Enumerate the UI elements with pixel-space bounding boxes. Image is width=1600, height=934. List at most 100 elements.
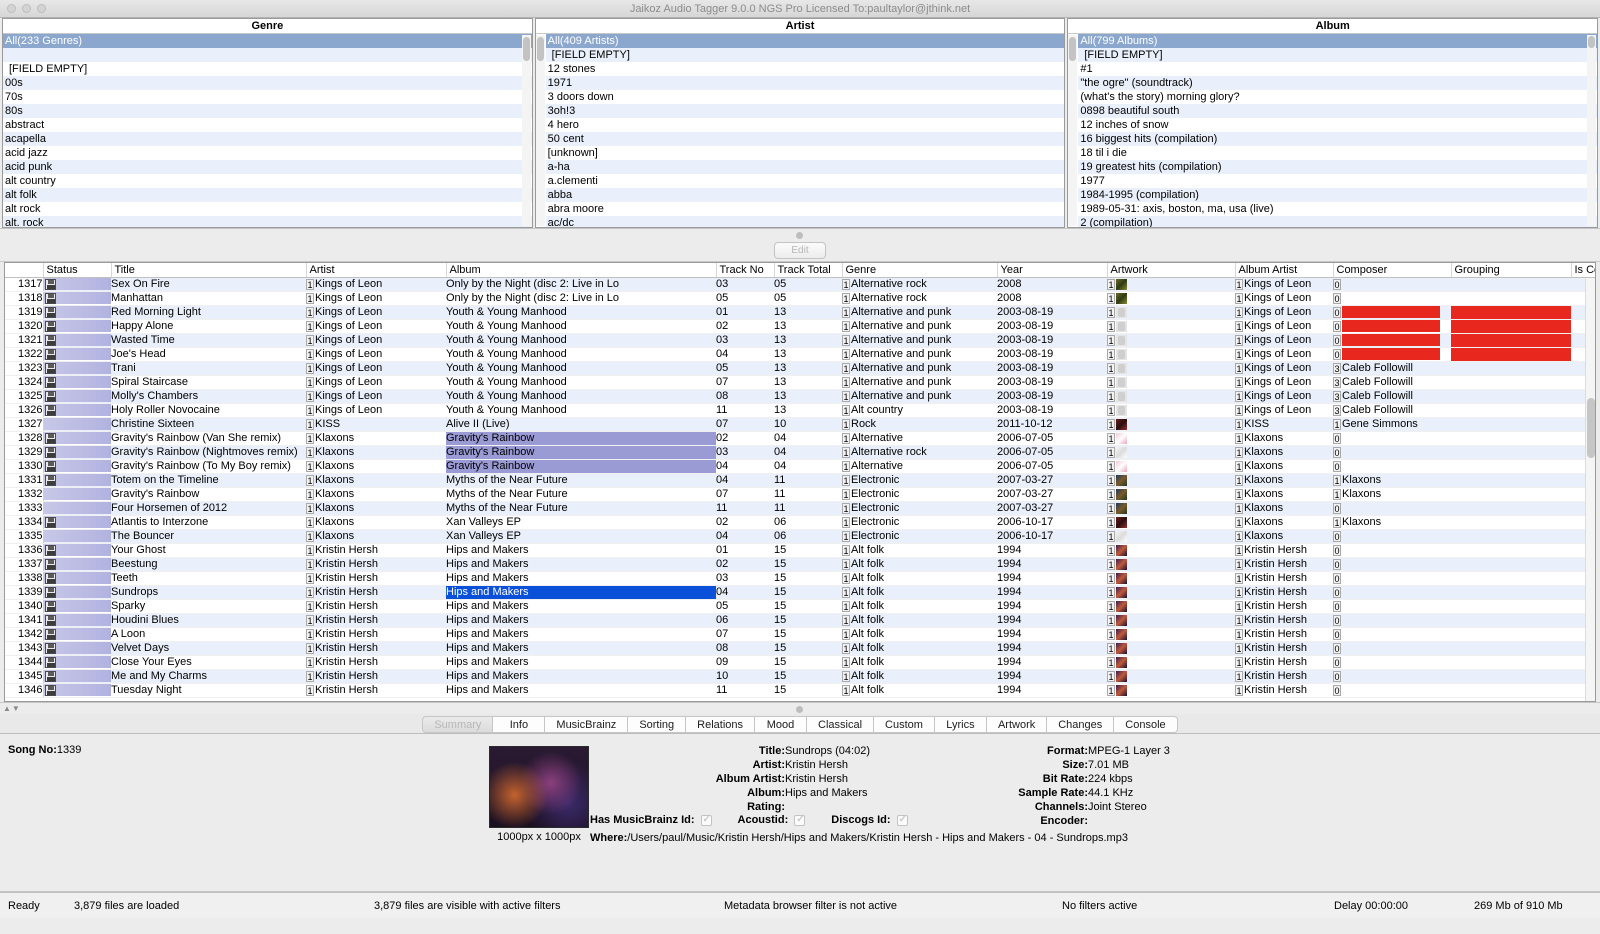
detail-splitter[interactable]: ▲▼ xyxy=(0,702,1600,714)
album-list[interactable]: All(799 Albums) [FIELD EMPTY] #1 "the og… xyxy=(1078,34,1597,227)
cell-composer[interactable]: 0 xyxy=(1333,347,1451,361)
table-row[interactable]: 1332Gravity's Rainbow1KlaxonsMyths of th… xyxy=(5,487,1596,501)
cell-album[interactable]: Xan Valleys EP xyxy=(446,515,716,529)
cell-title[interactable]: Teeth xyxy=(111,571,306,585)
cell-title[interactable]: Velvet Days xyxy=(111,641,306,655)
cell-grouping[interactable] xyxy=(1451,389,1571,403)
row-status[interactable] xyxy=(43,529,111,543)
cell-year[interactable]: 2003-08-19 xyxy=(997,305,1107,319)
table-row[interactable]: 1342A Loon1Kristin HershHips and Makers0… xyxy=(5,627,1596,641)
cell-track-total[interactable]: 13 xyxy=(774,333,842,347)
table-row[interactable]: 1345Me and My Charms1Kristin HershHips a… xyxy=(5,669,1596,683)
cell-track-no[interactable]: 02 xyxy=(716,431,774,445)
artist-list-item[interactable]: 3 doors down xyxy=(546,90,1065,104)
cell-genre[interactable]: 1Alternative rock xyxy=(842,291,997,305)
cell-album[interactable]: Myths of the Near Future xyxy=(446,487,716,501)
cell-album[interactable]: Myths of the Near Future xyxy=(446,473,716,487)
cell-artist[interactable]: 1Klaxons xyxy=(306,501,446,515)
cell-composer[interactable]: 0 xyxy=(1333,669,1451,683)
tab-custom[interactable]: Custom xyxy=(874,716,935,733)
save-disk-icon[interactable] xyxy=(45,573,56,584)
cell-album[interactable]: Youth & Young Manhood xyxy=(446,305,716,319)
album-list-item[interactable]: 16 biggest hits (compilation) xyxy=(1078,132,1597,146)
cell-artwork[interactable]: 1 xyxy=(1107,487,1235,501)
row-status[interactable] xyxy=(43,613,111,627)
cell-track-no[interactable]: 04 xyxy=(716,473,774,487)
cell-album-artist[interactable]: 1Kristin Hersh xyxy=(1235,543,1333,557)
cell-genre[interactable]: 1Alternative and punk xyxy=(842,361,997,375)
cell-artist[interactable]: 1Kristin Hersh xyxy=(306,627,446,641)
cell-artist[interactable]: 1Kings of Leon xyxy=(306,305,446,319)
cell-track-no[interactable]: 02 xyxy=(716,319,774,333)
genre-list-item[interactable]: alt rock xyxy=(3,202,532,216)
cell-track-total[interactable]: 04 xyxy=(774,445,842,459)
genre-scrollbar-thumb[interactable] xyxy=(523,37,530,61)
cell-genre[interactable]: 1Alt folk xyxy=(842,571,997,585)
row-status[interactable] xyxy=(43,501,111,515)
cell-genre[interactable]: 1Alternative xyxy=(842,431,997,445)
cell-year[interactable]: 2006-07-05 xyxy=(997,445,1107,459)
cell-composer[interactable]: 0 xyxy=(1333,529,1451,543)
cell-composer[interactable]: 0 xyxy=(1333,655,1451,669)
save-disk-icon[interactable] xyxy=(45,405,56,416)
cell-year[interactable]: 1994 xyxy=(997,683,1107,697)
cell-track-no[interactable]: 11 xyxy=(716,501,774,515)
tab-console[interactable]: Console xyxy=(1114,716,1177,733)
cell-year[interactable]: 1994 xyxy=(997,669,1107,683)
row-status[interactable] xyxy=(43,571,111,585)
cell-track-total[interactable]: 15 xyxy=(774,669,842,683)
cell-artwork[interactable]: 1 xyxy=(1107,641,1235,655)
cell-artwork[interactable]: 1 xyxy=(1107,319,1235,333)
artwork-thumbnail-icon[interactable] xyxy=(1116,559,1127,570)
cell-genre[interactable]: 1Alt folk xyxy=(842,585,997,599)
cell-year[interactable]: 2003-08-19 xyxy=(997,361,1107,375)
cell-artist[interactable]: 1Klaxons xyxy=(306,529,446,543)
cell-track-total[interactable]: 15 xyxy=(774,613,842,627)
cell-genre[interactable]: 1Alternative and punk xyxy=(842,389,997,403)
artwork-thumbnail-icon[interactable] xyxy=(1116,615,1127,626)
cell-title[interactable]: Trani xyxy=(111,361,306,375)
cell-composer[interactable]: 1Gene Simmons xyxy=(1333,417,1451,431)
table-row[interactable]: 1320Happy Alone1Kings of LeonYouth & You… xyxy=(5,319,1596,333)
row-status[interactable] xyxy=(43,585,111,599)
artwork-thumbnail-icon[interactable] xyxy=(1116,475,1127,486)
album-list-item[interactable]: "the ogre" (soundtrack) xyxy=(1078,76,1597,90)
artwork-thumbnail-icon[interactable] xyxy=(1116,643,1127,654)
cell-grouping[interactable] xyxy=(1451,417,1571,431)
cell-year[interactable]: 2006-10-17 xyxy=(997,529,1107,543)
album-artwork-image[interactable] xyxy=(489,746,589,828)
row-status[interactable] xyxy=(43,403,111,417)
album-list-item[interactable]: #1 xyxy=(1078,62,1597,76)
save-disk-icon[interactable] xyxy=(45,475,56,486)
cell-album[interactable]: Gravity's Rainbow xyxy=(446,459,716,473)
genre-list-item[interactable]: abstract xyxy=(3,118,532,132)
artist-list-item[interactable]: 4 hero xyxy=(546,118,1065,132)
cell-artwork[interactable]: 1 xyxy=(1107,291,1235,305)
cell-album[interactable]: Hips and Makers xyxy=(446,683,716,697)
cell-track-no[interactable]: 02 xyxy=(716,557,774,571)
cell-track-total[interactable]: 15 xyxy=(774,641,842,655)
cell-artwork[interactable]: 1 xyxy=(1107,375,1235,389)
cell-artist[interactable]: 1Klaxons xyxy=(306,473,446,487)
cell-track-no[interactable]: 01 xyxy=(716,305,774,319)
save-disk-icon[interactable] xyxy=(45,643,56,654)
table-row[interactable]: 1327Christine Sixteen1KISSAlive II (Live… xyxy=(5,417,1596,431)
cell-artwork[interactable]: 1 xyxy=(1107,473,1235,487)
tab-changes[interactable]: Changes xyxy=(1047,716,1114,733)
cell-year[interactable]: 2007-03-27 xyxy=(997,487,1107,501)
cell-artist[interactable]: 1Klaxons xyxy=(306,515,446,529)
album-list-item[interactable]: (what's the story) morning glory? xyxy=(1078,90,1597,104)
cell-track-no[interactable]: 03 xyxy=(716,445,774,459)
cell-track-total[interactable]: 15 xyxy=(774,599,842,613)
row-status[interactable] xyxy=(43,543,111,557)
cell-album[interactable]: Hips and Makers xyxy=(446,655,716,669)
cell-title[interactable]: Gravity's Rainbow (Nightmoves remix) xyxy=(111,445,306,459)
cell-album[interactable]: Youth & Young Manhood xyxy=(446,333,716,347)
row-status[interactable] xyxy=(43,431,111,445)
cell-album-artist[interactable]: 1Klaxons xyxy=(1235,459,1333,473)
save-disk-icon[interactable] xyxy=(45,391,56,402)
table-row[interactable]: 1344Close Your Eyes1Kristin HershHips an… xyxy=(5,655,1596,669)
cell-album-artist[interactable]: 1Klaxons xyxy=(1235,515,1333,529)
cell-artwork[interactable]: 1 xyxy=(1107,613,1235,627)
table-row[interactable]: 1333Four Horsemen of 20121KlaxonsMyths o… xyxy=(5,501,1596,515)
